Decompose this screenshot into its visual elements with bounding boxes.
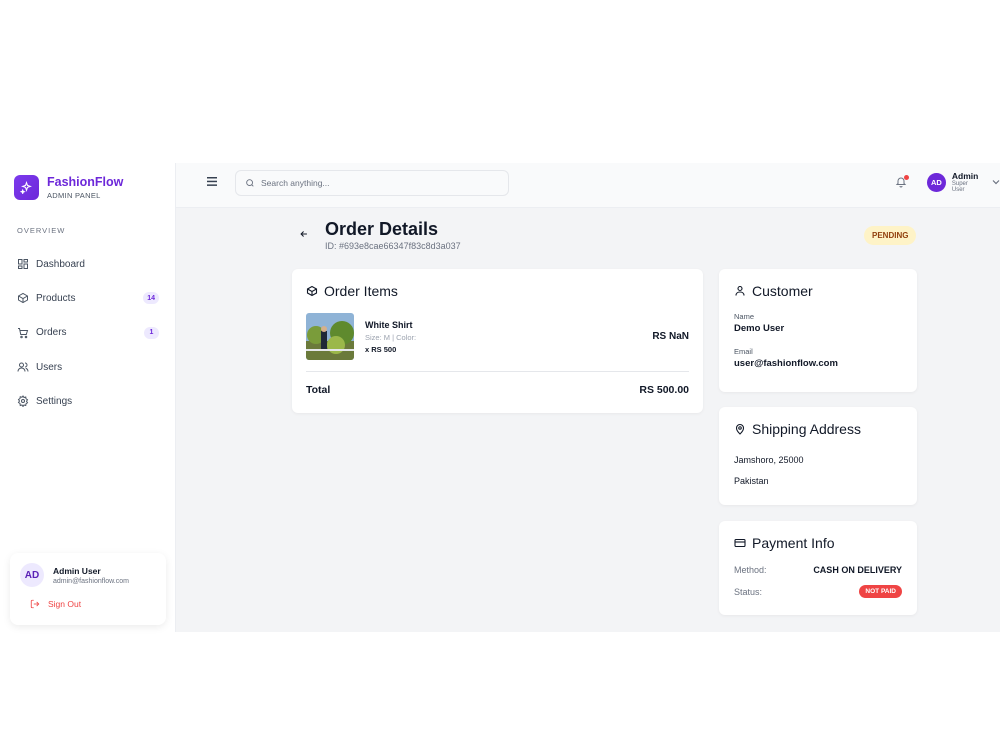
sidebar-nav: Dashboard Products 14 Orders 1 Users Set…: [17, 247, 159, 418]
status-label: Status:: [734, 586, 763, 597]
avatar: AD: [20, 563, 44, 587]
sign-out-label: Sign Out: [48, 599, 82, 609]
notifications-button[interactable]: [895, 175, 909, 191]
sidebar-item-label: Orders: [36, 327, 67, 339]
shipping-title: Shipping Address: [752, 421, 861, 437]
sign-out-button[interactable]: Sign Out: [30, 599, 156, 609]
profile-role: Super User: [951, 181, 968, 193]
count-badge: 14: [143, 292, 159, 305]
card-title: Order Items: [306, 283, 689, 299]
email-label: Email: [734, 347, 753, 356]
customer-card: Customer Name Demo User Email user@fashi…: [719, 269, 917, 392]
arrow-left-icon: [300, 231, 307, 237]
order-items-title: Order Items: [324, 283, 398, 299]
package-icon: [306, 285, 318, 297]
box-icon: [17, 292, 29, 304]
customer-email: user@fashionflow.com: [734, 358, 838, 369]
total-value: RS 500.00: [639, 384, 689, 396]
main-content: AD Admin Super User Order Details ID: #6…: [176, 163, 1000, 632]
search-box: [235, 170, 509, 196]
user-email: admin@fashionflow.com: [53, 577, 129, 585]
profile-menu[interactable]: AD Admin Super User: [927, 171, 1000, 193]
item-name: White Shirt: [365, 319, 413, 330]
count-badge: 1: [144, 326, 159, 339]
payment-card: Payment Info Method: CASH ON DELIVERY St…: [719, 521, 917, 615]
address-line-1: Jamshoro, 25000: [734, 455, 804, 465]
cart-icon: [17, 327, 29, 339]
sidebar-item-settings[interactable]: Settings: [17, 384, 159, 418]
customer-name: Demo User: [734, 323, 785, 334]
topbar: AD Admin Super User: [176, 163, 1000, 208]
sidebar-item-label: Dashboard: [36, 258, 85, 270]
credit-card-icon: [734, 537, 746, 549]
search-icon: [245, 178, 255, 188]
card-title: Customer: [734, 283, 902, 299]
sidebar-item-orders[interactable]: Orders 1: [17, 316, 159, 350]
user-icon: [734, 285, 746, 297]
card-title: Shipping Address: [734, 421, 902, 437]
product-image[interactable]: [306, 313, 354, 360]
payment-method-row: Method: CASH ON DELIVERY: [734, 565, 902, 575]
chevron-down-icon: [992, 179, 1000, 185]
card-title: Payment Info: [734, 535, 902, 551]
sidebar-item-label: Users: [36, 361, 63, 373]
menu-toggle-button[interactable]: [207, 177, 217, 186]
item-variant: Size: M | Color:: [365, 332, 417, 342]
sidebar-user-card: AD Admin User admin@fashionflow.com Sign…: [10, 553, 166, 625]
payment-title: Payment Info: [752, 535, 835, 551]
total-row: Total RS 500.00: [306, 384, 689, 396]
name-label: Name: [734, 312, 755, 321]
nav-section-label: OVERVIEW: [17, 226, 66, 235]
sidebar-item-products[interactable]: Products 14: [17, 281, 159, 315]
sidebar-item-users[interactable]: Users: [17, 350, 159, 384]
payment-status-badge: NOT PAID: [859, 585, 902, 598]
payment-method: CASH ON DELIVERY: [813, 565, 902, 575]
shipping-card: Shipping Address Jamshoro, 25000 Pakista…: [719, 407, 917, 505]
sparkles-icon: [14, 175, 39, 200]
notification-dot: [904, 175, 909, 180]
avatar: AD: [927, 172, 946, 192]
grid-icon: [17, 258, 29, 270]
profile-name: Admin: [951, 171, 979, 181]
brand-name: FashionFlow: [47, 175, 124, 189]
total-label: Total: [306, 384, 331, 396]
logout-icon: [30, 599, 40, 609]
gear-icon: [17, 395, 29, 408]
status-badge: PENDING: [864, 226, 917, 245]
search-input[interactable]: [261, 178, 501, 188]
order-id: ID: #693e8cae66347f83c8d3a037: [325, 241, 461, 251]
map-pin-icon: [734, 423, 746, 435]
brand[interactable]: FashionFlow ADMIN PANEL: [14, 175, 123, 200]
users-icon: [17, 361, 29, 373]
address-line-2: Pakistan: [734, 476, 769, 486]
back-button[interactable]: [299, 229, 309, 239]
page-title: Order Details: [325, 219, 439, 239]
app-shell: FashionFlow ADMIN PANEL OVERVIEW Dashboa…: [0, 163, 1000, 632]
item-quantity-price: x RS 500: [365, 344, 397, 354]
customer-title: Customer: [752, 283, 813, 299]
sidebar: FashionFlow ADMIN PANEL OVERVIEW Dashboa…: [0, 163, 176, 632]
hamburger-icon: [207, 177, 217, 186]
sidebar-item-dashboard[interactable]: Dashboard: [17, 247, 159, 281]
list-item: White Shirt Size: M | Color: x RS 500 RS…: [306, 313, 689, 372]
sidebar-item-label: Settings: [36, 395, 73, 407]
user-name: Admin User: [53, 565, 101, 576]
payment-status-row: Status: NOT PAID: [734, 585, 902, 598]
method-label: Method:: [734, 565, 767, 575]
item-price: RS NaN: [652, 331, 689, 342]
sidebar-item-label: Products: [36, 292, 76, 304]
order-items-card: Order Items White Shirt Size: M | Color:…: [292, 269, 703, 413]
brand-subtitle: ADMIN PANEL: [47, 191, 101, 200]
